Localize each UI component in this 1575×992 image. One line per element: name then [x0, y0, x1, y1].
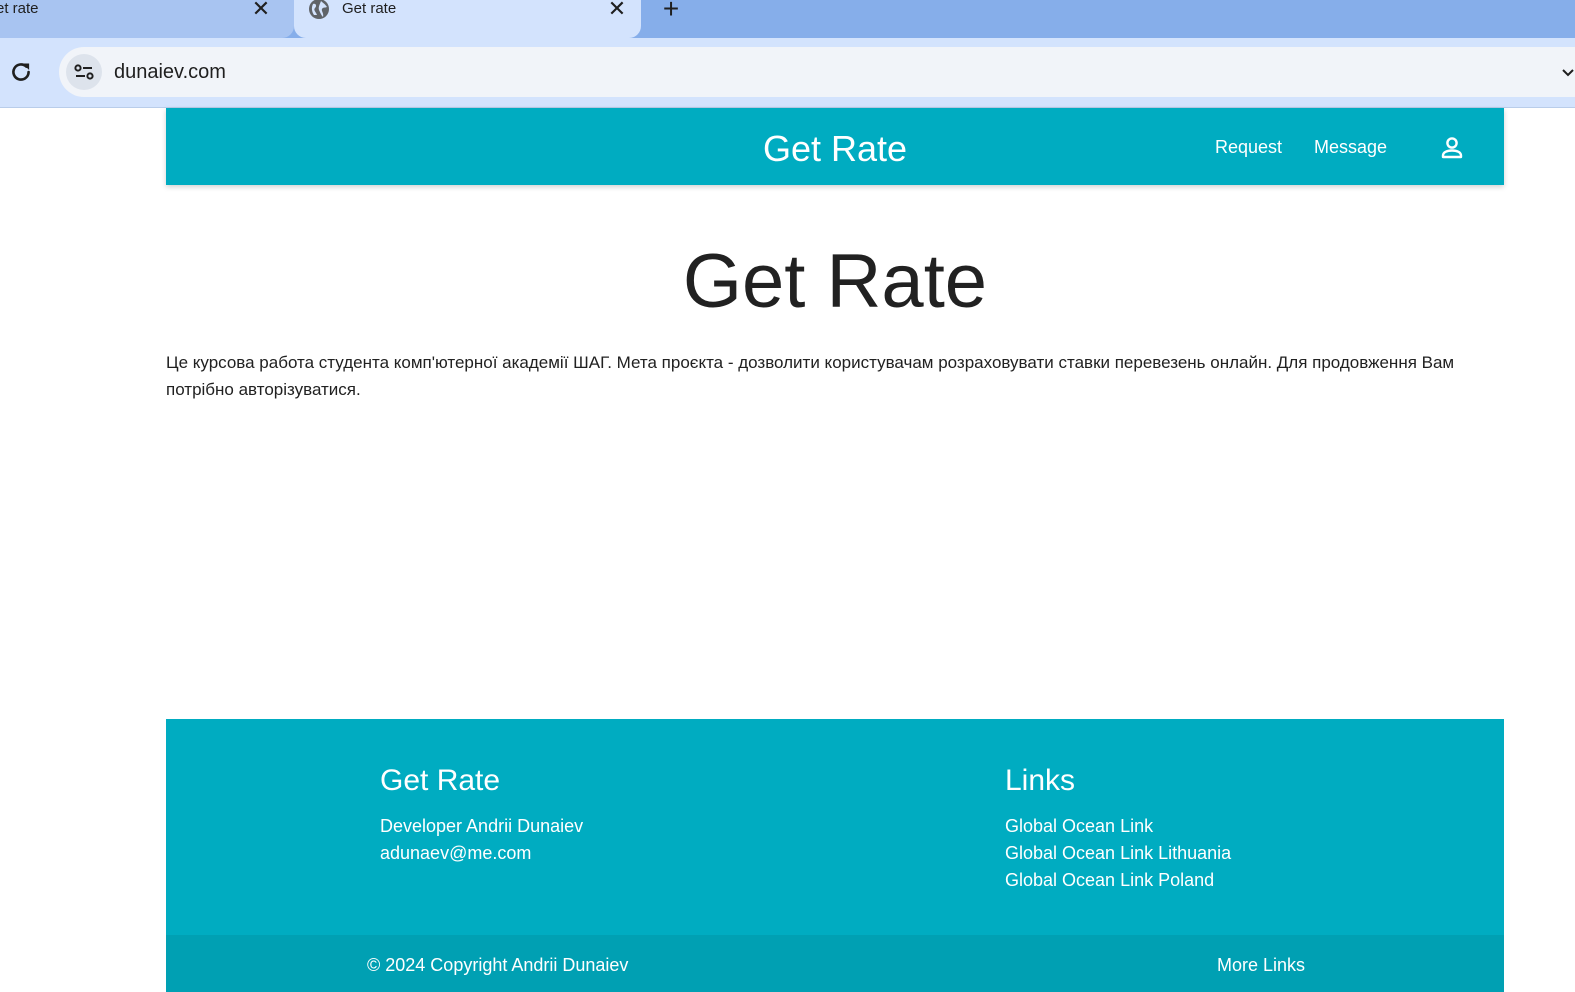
- new-tab-button[interactable]: +: [658, 0, 684, 23]
- url-text: dunaiev.com: [114, 61, 226, 83]
- footer-developer-text: Developer Andrii Dunaiev: [380, 816, 584, 836]
- tab-get-rate-active[interactable]: Get rate ✕: [294, 0, 641, 38]
- tab-title: et rate: [0, 0, 39, 17]
- footer-link-global-ocean-lithuania[interactable]: Global Ocean Link Lithuania: [1005, 840, 1231, 867]
- footer-link-global-ocean[interactable]: Global Ocean Link: [1005, 813, 1153, 840]
- footer-brand-title: Get Rate: [380, 764, 501, 797]
- tab-title: Get rate: [342, 0, 397, 17]
- tab-strip: et rate ✕ Get rate ✕ +: [0, 0, 1575, 38]
- brand-link[interactable]: Get Rate: [763, 128, 907, 169]
- account-icon[interactable]: [1439, 135, 1465, 161]
- footer-email-text: adunaev@me.com: [380, 843, 532, 863]
- browser-toolbar: dunaiev.com: [0, 38, 1575, 108]
- nav-request-link[interactable]: Request: [1215, 135, 1282, 159]
- brand-container: Get Rate: [166, 128, 1504, 170]
- close-tab-icon[interactable]: ✕: [250, 0, 272, 20]
- intro-paragraph: Це курсова работа студента комп'ютерної …: [166, 353, 1455, 399]
- page-title: Get Rate: [682, 239, 988, 324]
- footer-link-global-ocean-poland[interactable]: Global Ocean Link Poland: [1005, 867, 1214, 894]
- chevron-down-icon[interactable]: [1562, 67, 1574, 77]
- nav-message-link[interactable]: Message: [1314, 135, 1387, 159]
- copyright-text: © 2024 Copyright Andrii Dunaiev: [367, 955, 629, 975]
- footer-bottom-bar: © 2024 Copyright Andrii Dunaiev More Lin…: [166, 935, 1504, 992]
- footer-links-title: Links: [1005, 764, 1076, 797]
- site-settings-icon[interactable]: [66, 54, 102, 90]
- tune-icon: [74, 64, 94, 80]
- site-footer: Get Rate Developer Andrii Dunaiev adunae…: [166, 719, 1504, 992]
- more-links-link[interactable]: More Links: [1217, 953, 1305, 977]
- globe-icon: [309, 0, 329, 19]
- tab-get-rate-inactive[interactable]: et rate ✕: [0, 0, 294, 38]
- address-bar[interactable]: dunaiev.com: [59, 47, 1575, 97]
- reload-icon[interactable]: [8, 59, 34, 85]
- site-navbar: Get Rate Request Message: [166, 108, 1504, 185]
- close-tab-icon[interactable]: ✕: [606, 0, 628, 20]
